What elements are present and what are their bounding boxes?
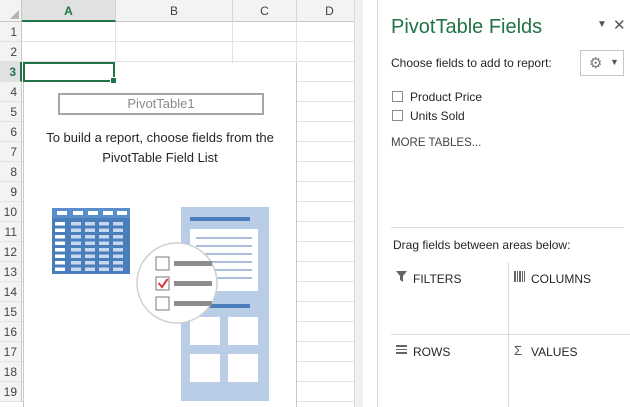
field-checkbox[interactable]	[392, 110, 403, 121]
chevron-down-icon: ▼	[610, 57, 619, 67]
row-header[interactable]: 4	[0, 82, 22, 102]
row-header[interactable]: 10	[0, 202, 22, 222]
row-gridline	[22, 41, 363, 42]
select-all-triangle-icon	[10, 10, 19, 19]
vertical-scrollbar[interactable]	[354, 0, 363, 407]
column-header-b[interactable]: B	[116, 0, 233, 22]
row-header[interactable]: 18	[0, 362, 22, 382]
filters-area-label: FILTERS	[413, 272, 462, 286]
row-header[interactable]: 13	[0, 262, 22, 282]
columns-area[interactable]: COLUMNS	[509, 271, 629, 333]
row-header[interactable]: 3	[0, 62, 22, 82]
rows-area[interactable]: ROWS	[391, 344, 508, 406]
columns-icon	[514, 271, 525, 285]
row-header[interactable]: 6	[0, 122, 22, 142]
column-header-a[interactable]: A	[22, 0, 116, 22]
pivottable-fields-pane: PivotTable Fields ▼ ✕ Choose fields to a…	[377, 0, 630, 407]
filters-area[interactable]: FILTERS	[391, 271, 508, 333]
field-list: Product Price Units Sold MORE TABLES...	[391, 88, 630, 208]
row-header[interactable]: 7	[0, 142, 22, 162]
row-header[interactable]: 11	[0, 222, 22, 242]
fill-handle[interactable]	[110, 77, 117, 84]
active-cell-a3[interactable]	[23, 62, 117, 84]
row-header[interactable]: 9	[0, 182, 22, 202]
row-header[interactable]: 15	[0, 302, 22, 322]
sigma-icon: Σ	[514, 343, 523, 358]
areas-horizontal-divider	[391, 334, 630, 335]
field-checkbox[interactable]	[392, 91, 403, 102]
pivottable-instructions-line1: To build a report, choose fields from th…	[46, 130, 274, 145]
pivottable-placeholder[interactable]: PivotTable1 To build a report, choose fi…	[23, 63, 297, 407]
row-header[interactable]: 14	[0, 282, 22, 302]
row-header[interactable]: 12	[0, 242, 22, 262]
row-header[interactable]: 19	[0, 382, 22, 402]
row-header[interactable]: 2	[0, 42, 22, 62]
rows-icon	[396, 344, 407, 358]
table-grid-icon	[52, 208, 130, 274]
row-header[interactable]: 1	[0, 22, 22, 42]
close-icon[interactable]: ✕	[613, 16, 626, 34]
row-header[interactable]: 17	[0, 342, 22, 362]
field-list-settings-button[interactable]: ⚙ ▼	[580, 50, 624, 76]
filter-icon	[396, 271, 407, 285]
gear-icon: ⚙	[589, 55, 603, 72]
pivottable-instructions: To build a report, choose fields from th…	[24, 128, 296, 168]
field-label: Units Sold	[410, 109, 465, 123]
more-tables-link[interactable]: MORE TABLES...	[391, 137, 481, 149]
choose-fields-label: Choose fields to add to report:	[391, 56, 552, 70]
values-area-label: VALUES	[531, 345, 578, 359]
pane-divider	[391, 227, 624, 228]
rows-area-label: ROWS	[413, 345, 451, 359]
field-label: Product Price	[410, 90, 483, 104]
columns-area-label: COLUMNS	[531, 272, 592, 286]
values-area[interactable]: Σ VALUES	[509, 343, 629, 406]
row-header[interactable]: 8	[0, 162, 22, 182]
pivottable-illustration	[52, 207, 269, 401]
spreadsheet-grid[interactable]: A B C D 1 2 3 4 5 6 7 8 9 10 11 12 13 14 15 16 17 18 19 Pi…	[0, 0, 363, 407]
pivottable-name-box: PivotTable1	[58, 93, 264, 115]
column-header-c[interactable]: C	[233, 0, 297, 22]
chevron-down-icon[interactable]: ▼	[597, 19, 607, 30]
select-all-corner[interactable]	[0, 0, 22, 22]
drag-fields-label: Drag fields between areas below:	[393, 238, 571, 252]
row-header[interactable]: 16	[0, 322, 22, 342]
pivottable-instructions-line2: PivotTable Field List	[102, 150, 218, 165]
field-checklist-icon	[136, 242, 218, 324]
row-header[interactable]: 5	[0, 102, 22, 122]
pane-title: PivotTable Fields	[391, 16, 543, 38]
